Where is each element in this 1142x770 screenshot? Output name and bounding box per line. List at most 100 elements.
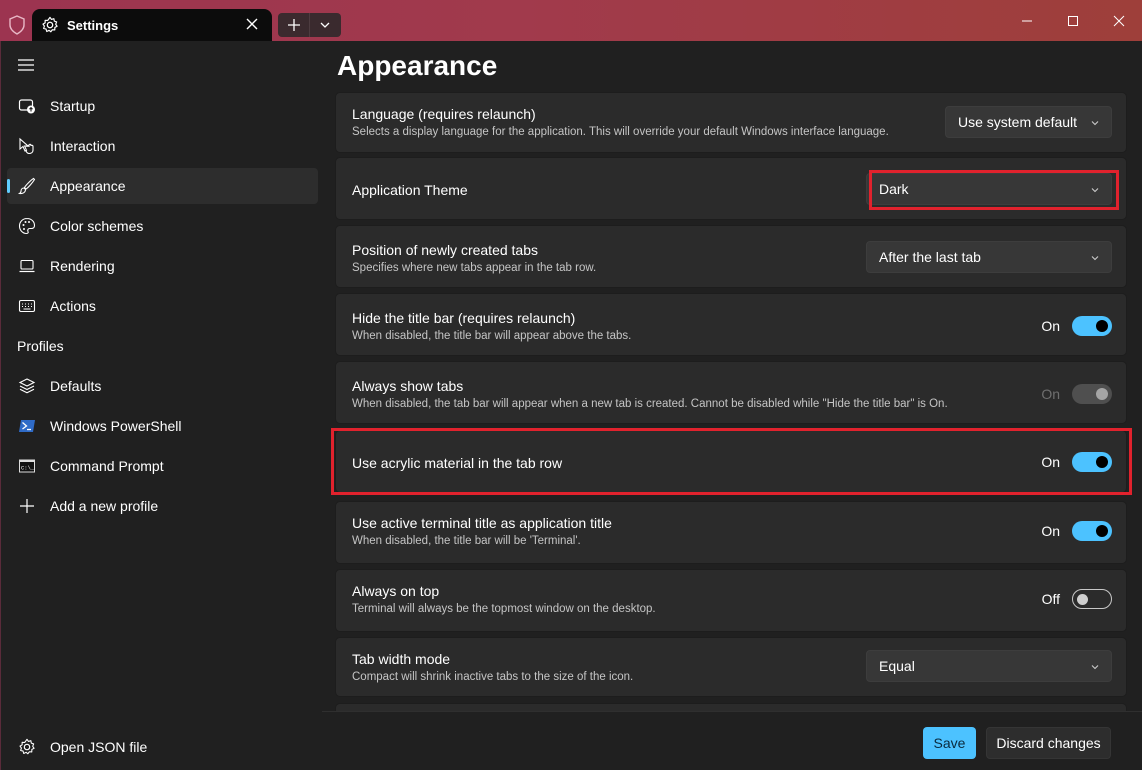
language-dropdown[interactable]: Use system default bbox=[945, 106, 1112, 138]
setting-always-show-tabs: Always show tabs When disabled, the tab … bbox=[335, 361, 1127, 424]
setting-title: Use active terminal title as application… bbox=[352, 515, 612, 531]
layers-icon bbox=[18, 377, 36, 395]
keyboard-icon bbox=[18, 297, 36, 315]
setting-title: Hide the title bar (requires relaunch) bbox=[352, 310, 576, 326]
setting-terminal-title: Use active terminal title as application… bbox=[335, 501, 1127, 564]
toggle-state-label: On bbox=[1041, 386, 1060, 402]
setting-description: Specifies where new tabs appear in the t… bbox=[352, 262, 597, 274]
dropdown-value: Equal bbox=[879, 658, 915, 674]
maximize-icon bbox=[1068, 15, 1078, 26]
setting-description: Terminal will always be the topmost wind… bbox=[352, 603, 656, 615]
new-tab-position-dropdown[interactable]: After the last tab bbox=[866, 241, 1112, 273]
setting-tab-width-mode: Tab width mode Compact will shrink inact… bbox=[335, 637, 1127, 697]
tab-dropdown-button[interactable] bbox=[309, 13, 340, 37]
close-tab-icon[interactable] bbox=[244, 16, 260, 32]
sidebar-item-startup[interactable]: Startup bbox=[7, 88, 318, 124]
toggle-knob bbox=[1077, 594, 1088, 605]
svg-text:C:\_: C:\_ bbox=[21, 465, 35, 472]
sidebar-item-appearance[interactable]: Appearance bbox=[7, 168, 318, 204]
shield-icon bbox=[9, 15, 25, 35]
sidebar-item-add-profile[interactable]: Add a new profile bbox=[7, 488, 318, 524]
maximize-button[interactable] bbox=[1050, 0, 1096, 41]
footer-bar: Save Discard changes bbox=[322, 711, 1142, 770]
sidebar-item-label: Color schemes bbox=[50, 218, 144, 234]
setting-new-tab-position: Position of newly created tabs Specifies… bbox=[335, 225, 1127, 288]
sidebar-item-label: Appearance bbox=[50, 178, 126, 194]
powershell-icon bbox=[18, 417, 36, 435]
setting-title: Language (requires relaunch) bbox=[352, 106, 536, 122]
terminal-title-toggle-group: On bbox=[1038, 520, 1112, 542]
open-json-file-button[interactable]: Open JSON file bbox=[7, 729, 318, 765]
profiles-header: Profiles bbox=[17, 338, 64, 354]
setting-title: Position of newly created tabs bbox=[352, 242, 538, 258]
minimize-button[interactable] bbox=[1004, 0, 1050, 41]
active-indicator bbox=[7, 179, 10, 193]
sidebar-item-color-schemes[interactable]: Color schemes bbox=[7, 208, 318, 244]
sidebar-item-windows-powershell[interactable]: Windows PowerShell bbox=[7, 408, 318, 444]
sidebar-item-command-prompt[interactable]: C:\_ Command Prompt bbox=[7, 448, 318, 484]
setting-description: When disabled, the title bar will be 'Te… bbox=[352, 535, 581, 547]
title-bar: Settings bbox=[0, 0, 1142, 41]
always-on-top-toggle-group: Off bbox=[1038, 588, 1112, 610]
sidebar-item-label: Command Prompt bbox=[50, 458, 164, 474]
startup-icon bbox=[18, 97, 36, 115]
setting-description: When disabled, the title bar will appear… bbox=[352, 330, 632, 342]
always-show-tabs-toggle bbox=[1072, 384, 1112, 404]
chevron-down-icon bbox=[1091, 665, 1099, 670]
sidebar-item-defaults[interactable]: Defaults bbox=[7, 368, 318, 404]
plus-icon bbox=[18, 497, 36, 515]
setting-language: Language (requires relaunch) Selects a d… bbox=[335, 92, 1127, 153]
hide-title-bar-toggle[interactable] bbox=[1072, 316, 1112, 336]
chevron-down-icon bbox=[1091, 188, 1099, 193]
close-icon bbox=[1113, 15, 1125, 26]
dropdown-value: Dark bbox=[879, 181, 909, 197]
sidebar: Startup Interaction Appearance Color sch… bbox=[0, 41, 322, 770]
terminal-title-toggle[interactable] bbox=[1072, 521, 1112, 541]
setting-application-theme: Application Theme Dark bbox=[335, 157, 1127, 220]
always-on-top-toggle[interactable] bbox=[1072, 589, 1112, 609]
chevron-down-icon bbox=[1091, 121, 1099, 126]
gear-icon bbox=[19, 738, 35, 755]
settings-tab[interactable]: Settings bbox=[32, 9, 272, 41]
toggle-knob bbox=[1096, 525, 1108, 537]
tab-width-mode-dropdown[interactable]: Equal bbox=[866, 650, 1112, 682]
laptop-icon bbox=[18, 257, 36, 275]
chevron-down-icon bbox=[320, 22, 330, 28]
sidebar-item-label: Startup bbox=[50, 98, 96, 114]
dropdown-value: Use system default bbox=[958, 114, 1078, 130]
setting-title: Use acrylic material in the tab row bbox=[352, 455, 563, 471]
window-controls bbox=[1004, 0, 1142, 41]
save-button[interactable]: Save bbox=[923, 727, 976, 759]
sidebar-item-rendering[interactable]: Rendering bbox=[7, 248, 318, 284]
sidebar-item-label: Actions bbox=[50, 298, 96, 314]
toggle-knob bbox=[1096, 456, 1108, 468]
palette-icon bbox=[18, 217, 36, 235]
setting-always-on-top: Always on top Terminal will always be th… bbox=[335, 569, 1127, 632]
chevron-down-icon bbox=[1091, 256, 1099, 261]
sidebar-item-label: Interaction bbox=[50, 138, 116, 154]
setting-description: When disabled, the tab bar will appear w… bbox=[352, 398, 948, 410]
new-tab-button[interactable] bbox=[278, 13, 309, 37]
tab-title: Settings bbox=[67, 17, 119, 33]
sidebar-item-label: Add a new profile bbox=[50, 498, 159, 514]
sidebar-item-label: Defaults bbox=[50, 378, 102, 394]
discard-changes-button[interactable]: Discard changes bbox=[986, 727, 1111, 759]
setting-description: Selects a display language for the appli… bbox=[352, 126, 889, 138]
toggle-state-label: On bbox=[1041, 318, 1060, 334]
sidebar-item-label: Windows PowerShell bbox=[50, 418, 182, 434]
setting-hide-title-bar: Hide the title bar (requires relaunch) W… bbox=[335, 293, 1127, 356]
always-show-tabs-toggle-group: On bbox=[1038, 383, 1112, 405]
application-theme-dropdown[interactable]: Dark bbox=[866, 173, 1112, 205]
page-title: Appearance bbox=[337, 50, 498, 81]
sidebar-item-actions[interactable]: Actions bbox=[7, 288, 318, 324]
close-window-button[interactable] bbox=[1096, 0, 1142, 41]
acrylic-toggle[interactable] bbox=[1072, 452, 1112, 472]
new-tab-controls bbox=[278, 13, 341, 37]
setting-title: Application Theme bbox=[352, 182, 468, 198]
sidebar-item-interaction[interactable]: Interaction bbox=[7, 128, 318, 164]
toggle-knob bbox=[1096, 320, 1108, 332]
acrylic-toggle-group: On bbox=[1038, 451, 1112, 473]
hamburger-icon[interactable] bbox=[17, 57, 35, 73]
gear-icon bbox=[42, 16, 58, 33]
toggle-state-label: On bbox=[1041, 454, 1060, 470]
